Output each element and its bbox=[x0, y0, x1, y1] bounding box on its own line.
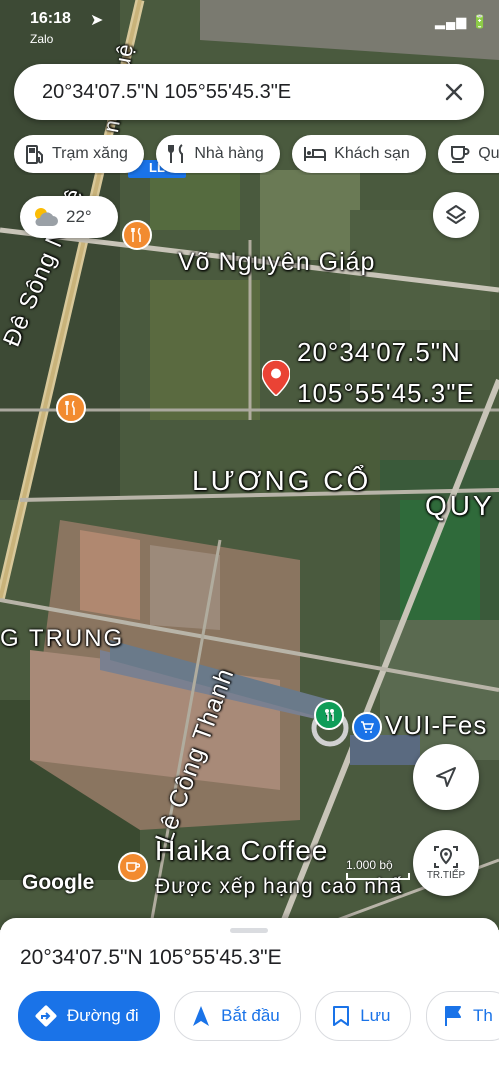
layers-button[interactable] bbox=[433, 192, 479, 238]
start-button[interactable]: Bắt đầu bbox=[174, 991, 301, 1041]
transit-label: TR.TIẾP bbox=[426, 870, 466, 881]
restaurant-icon bbox=[168, 144, 184, 163]
park-poi-icon[interactable] bbox=[314, 700, 344, 730]
flag-icon bbox=[444, 1006, 461, 1026]
scale-label: 1.000 bộ bbox=[346, 858, 393, 872]
road-label-vo-nguyen-giap: Võ Nguyên Giáp bbox=[178, 248, 376, 276]
search-query[interactable]: 20°34'07.5"N 105°55'45.3"E bbox=[42, 81, 291, 104]
layers-icon bbox=[446, 205, 466, 224]
chip-restaurant[interactable]: Nhà hàng bbox=[156, 135, 280, 173]
chip-label: Nhà hàng bbox=[194, 145, 264, 162]
label-button[interactable]: Th bbox=[425, 991, 499, 1041]
save-button[interactable]: Lưu bbox=[315, 991, 412, 1041]
status-sub: Zalo bbox=[30, 32, 54, 46]
bookmark-icon bbox=[333, 1006, 350, 1026]
chip-label: Qu bbox=[478, 145, 499, 162]
label-label: Th bbox=[472, 1006, 493, 1025]
pin-label-longitude: 105°55'45.3"E bbox=[297, 378, 475, 408]
restaurant-poi-icon[interactable] bbox=[122, 220, 152, 250]
area-label-g-trung: G TRUNG bbox=[0, 625, 125, 652]
location-scan-icon bbox=[434, 846, 458, 868]
google-logo: Google bbox=[22, 871, 95, 894]
chip-label: Trạm xăng bbox=[52, 145, 128, 162]
place-coordinates: 20°34'07.5"N 105°55'45.3"E bbox=[20, 946, 282, 969]
pin-label-latitude: 20°34'07.5"N bbox=[297, 337, 461, 367]
navigate-arrow-icon bbox=[436, 767, 456, 787]
action-buttons: Đường đi Bắt đầu Lưu Th bbox=[18, 991, 499, 1041]
directions-label: Đường đi bbox=[67, 1006, 139, 1025]
weather-temp: 22° bbox=[66, 207, 92, 226]
transit-button[interactable]: TR.TIẾP bbox=[413, 830, 479, 896]
navigation-arrow-icon bbox=[193, 1006, 210, 1026]
compass-navigate-button[interactable] bbox=[413, 744, 479, 810]
map-scale: 1.000 bộ bbox=[346, 858, 410, 880]
start-label: Bắt đầu bbox=[221, 1006, 280, 1025]
weather-chip[interactable]: 22° bbox=[20, 196, 118, 238]
shopping-poi-icon[interactable] bbox=[352, 712, 382, 742]
location-arrow-icon: ➤ bbox=[90, 12, 104, 29]
chip-gas-station[interactable]: Trạm xăng bbox=[14, 135, 144, 173]
location-pin-icon[interactable] bbox=[261, 359, 291, 401]
gas-station-icon bbox=[26, 145, 43, 164]
area-label-luong-co: LƯƠNG CỔ bbox=[192, 465, 372, 496]
chip-coffee[interactable]: Qu bbox=[438, 135, 499, 173]
place-bottom-sheet[interactable]: 20°34'07.5"N 105°55'45.3"E Đường đi Bắt … bbox=[0, 918, 499, 1080]
sheet-drag-handle[interactable] bbox=[230, 928, 268, 933]
partly-cloudy-icon bbox=[35, 208, 58, 226]
chip-label: Khách sạn bbox=[334, 145, 410, 162]
directions-button[interactable]: Đường đi bbox=[18, 991, 160, 1041]
coffee-icon bbox=[451, 146, 470, 163]
close-icon[interactable] bbox=[440, 78, 468, 106]
restaurant-poi-icon[interactable] bbox=[56, 393, 86, 423]
poi-label-haika-coffee[interactable]: Haika Coffee bbox=[155, 835, 328, 867]
chip-hotel[interactable]: Khách sạn bbox=[292, 135, 426, 173]
poi-label-vui-fest[interactable]: VUI-Fes bbox=[385, 710, 487, 741]
area-label-quy: QUY bbox=[425, 490, 495, 521]
category-chips: Trạm xăng Nhà hàng Khách sạn Qu bbox=[14, 135, 499, 175]
save-label: Lưu bbox=[360, 1006, 391, 1025]
hotel-icon bbox=[304, 147, 327, 161]
status-time: 16:18 bbox=[30, 10, 71, 27]
directions-icon bbox=[35, 1005, 57, 1027]
cafe-poi-icon[interactable] bbox=[118, 852, 148, 882]
system-icons: ▂▄▆ 🔋 bbox=[434, 14, 489, 29]
search-bar[interactable]: 20°34'07.5"N 105°55'45.3"E bbox=[14, 64, 484, 120]
status-bar: 16:18 ➤ Zalo ▂▄▆ 🔋 bbox=[0, 0, 499, 50]
